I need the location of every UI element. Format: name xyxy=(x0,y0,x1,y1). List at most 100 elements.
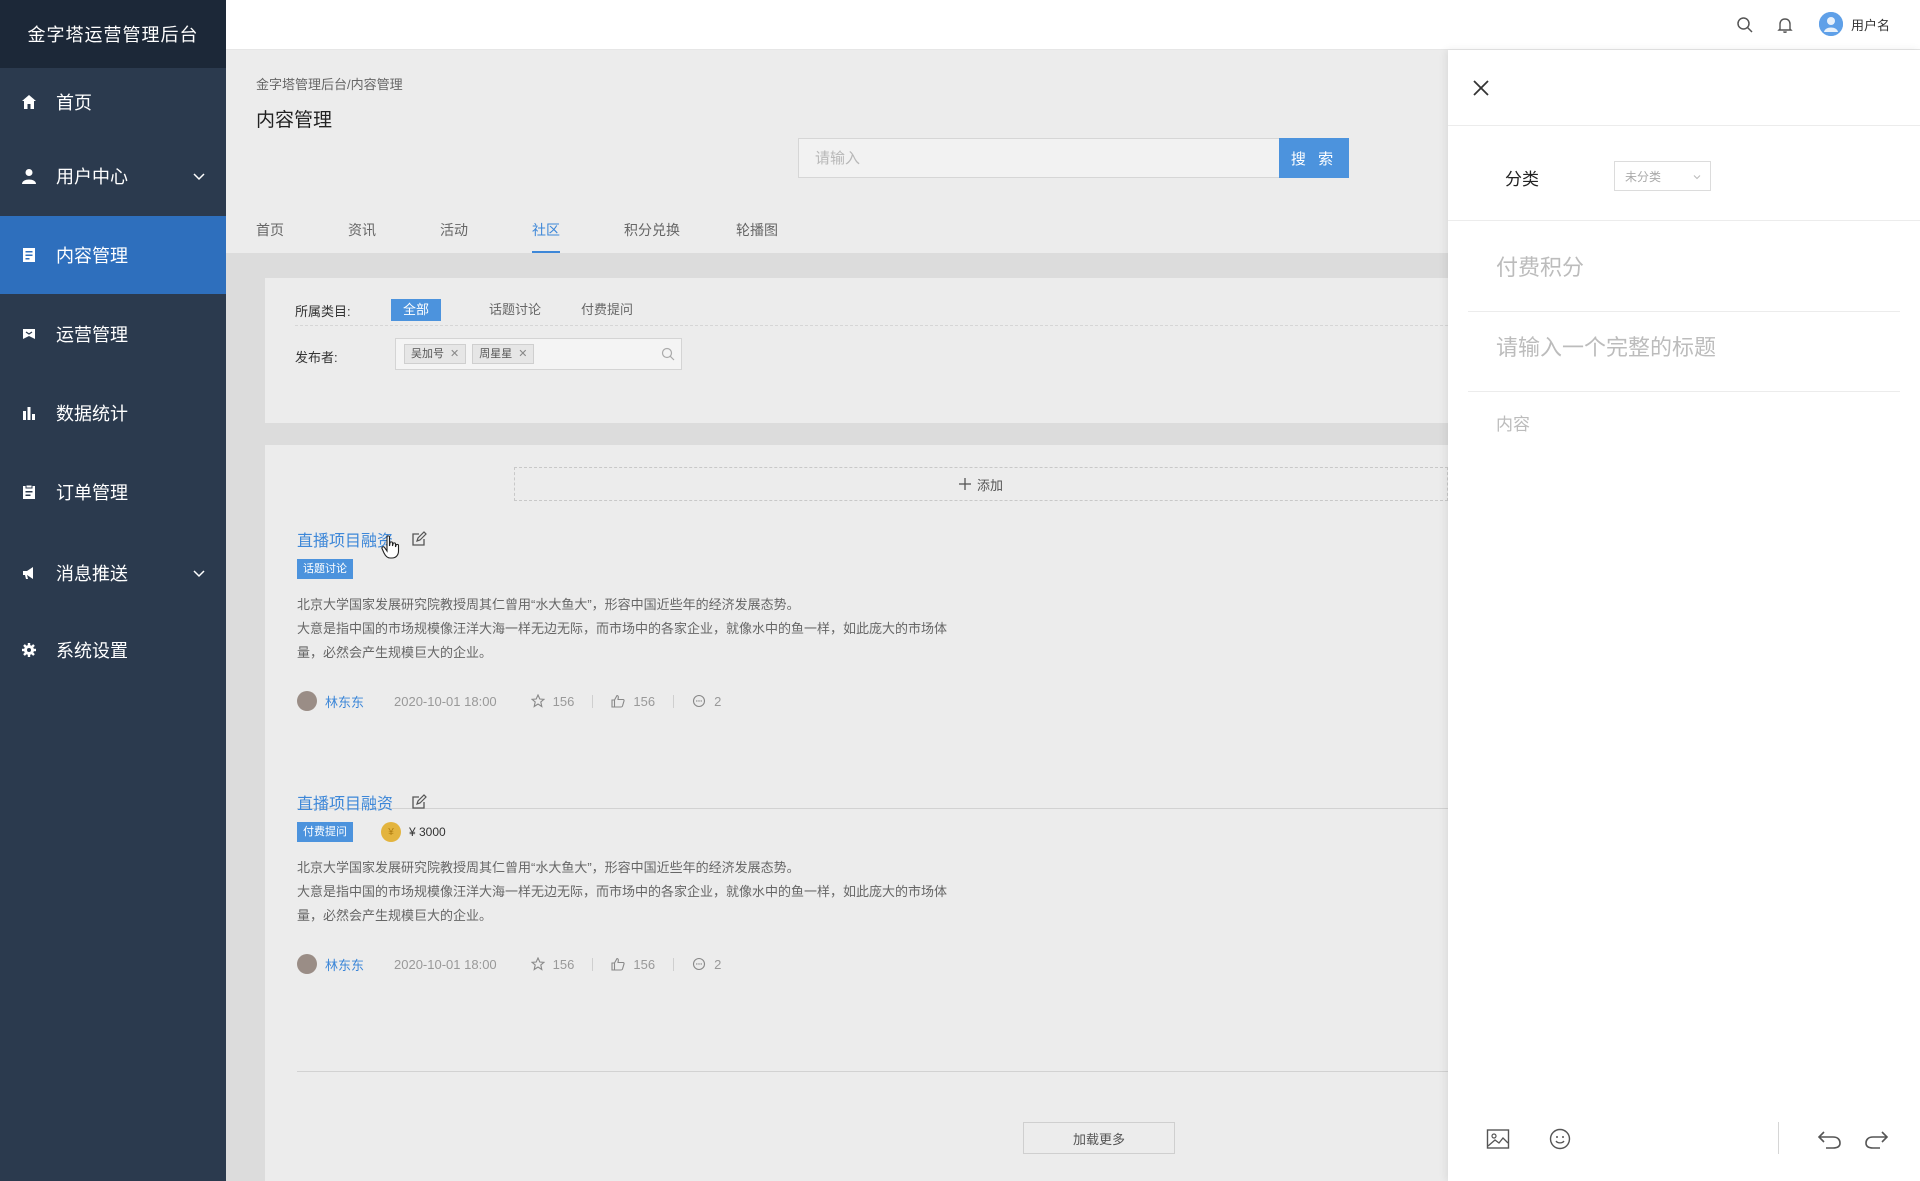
tab-community[interactable]: 社区 xyxy=(532,220,560,253)
comment-icon xyxy=(693,957,706,971)
publisher-label: 发布者: xyxy=(295,350,338,365)
undo-icon xyxy=(1817,1131,1841,1149)
image-icon xyxy=(1486,1129,1510,1149)
favorite-stat[interactable]: 156 xyxy=(530,957,574,972)
add-post-button[interactable]: 添加 xyxy=(514,467,1448,501)
insert-image-button[interactable] xyxy=(1484,1125,1512,1153)
close-icon[interactable]: ✕ xyxy=(518,345,527,363)
favorite-stat[interactable]: 156 xyxy=(530,694,574,709)
sidebar-item-label: 系统设置 xyxy=(56,641,128,661)
hand-cursor-icon xyxy=(381,535,400,559)
megaphone-icon xyxy=(20,564,38,582)
avatar xyxy=(1818,12,1843,36)
insert-emoji-button[interactable] xyxy=(1546,1125,1574,1153)
search-icon[interactable] xyxy=(1736,16,1754,34)
comment-stat[interactable]: 2 xyxy=(692,694,721,709)
divider xyxy=(1448,220,1920,221)
toolbar-divider xyxy=(1778,1122,1779,1154)
sidebar-item-label: 订单管理 xyxy=(56,483,128,503)
content-textarea[interactable] xyxy=(1496,410,1876,810)
divider xyxy=(673,694,675,708)
publisher-tag-input[interactable]: 吴加号 ✕ 周星星 ✕ xyxy=(395,338,682,370)
edit-icon[interactable] xyxy=(411,531,427,547)
divider xyxy=(592,694,594,708)
close-icon[interactable]: ✕ xyxy=(450,345,459,363)
post-body: 北京大学国家发展研究院教授周其仁曾用“水大鱼大”，形容中国近些年的经济发展态势。… xyxy=(297,597,948,660)
category-chip-paid-question[interactable]: 付费提问 xyxy=(569,299,645,321)
sidebar-item-operations[interactable]: 运营管理 xyxy=(0,295,226,373)
sidebar-item-label: 数据统计 xyxy=(56,404,128,424)
filter-panel: 所属类目: 全部 话题讨论 付费提问 发布者: 吴加号 ✕ 周星星 ✕ xyxy=(265,278,1448,423)
sidebar-item-label: 首页 xyxy=(56,93,92,113)
sidebar-item-orders[interactable]: 订单管理 xyxy=(0,453,226,531)
document-icon xyxy=(20,246,38,264)
sidebar-item-home[interactable]: 首页 xyxy=(0,63,226,141)
post-title[interactable]: 直播项目融资 xyxy=(297,527,393,551)
page-title: 内容管理 xyxy=(256,110,333,131)
tab-activity[interactable]: 活动 xyxy=(440,220,532,253)
category-chip-topic[interactable]: 话题讨论 xyxy=(477,299,553,321)
points-input[interactable] xyxy=(1496,255,1876,281)
sidebar-item-statistics[interactable]: 数据统计 xyxy=(0,374,226,452)
thumbs-up-icon xyxy=(611,957,626,971)
post-price: ¥ ¥ 3000 xyxy=(381,822,446,842)
bell-icon[interactable] xyxy=(1776,16,1794,34)
search-input[interactable] xyxy=(798,138,1281,178)
post-editor-drawer: 分类 未分类 xyxy=(1448,50,1920,1181)
tab-points-exchange[interactable]: 积分兑换 xyxy=(624,220,736,253)
chevron-down-icon xyxy=(193,570,205,578)
top-header: 用户名 xyxy=(226,0,1920,50)
sidebar-item-content[interactable]: 内容管理 xyxy=(0,216,226,294)
gear-icon xyxy=(20,641,38,659)
sidebar-item-push[interactable]: 消息推送 xyxy=(0,534,226,612)
main-content: 金字塔管理后台/内容管理 内容管理 搜 索 首页 资讯 活动 社区 积分兑换 轮… xyxy=(226,50,1448,1181)
sidebar-item-label: 运营管理 xyxy=(56,325,128,345)
sidebar-item-label: 用户中心 xyxy=(56,167,128,187)
post-meta: 林东东 2020-10-01 18:00 156 156 2 xyxy=(297,691,721,711)
breadcrumb[interactable]: 金字塔管理后台/内容管理 xyxy=(256,74,403,93)
category-filter: 所属类目: 全部 话题讨论 付费提问 xyxy=(295,299,645,321)
flag-icon xyxy=(20,325,38,343)
tab-carousel[interactable]: 轮播图 xyxy=(736,220,796,253)
chevron-down-icon xyxy=(1693,175,1701,180)
search-icon[interactable] xyxy=(661,347,675,361)
star-icon xyxy=(530,957,545,971)
comment-stat[interactable]: 2 xyxy=(692,957,721,972)
category-select[interactable]: 未分类 xyxy=(1614,161,1711,191)
sidebar-item-user-center[interactable]: 用户中心 xyxy=(0,137,226,215)
undo-button[interactable] xyxy=(1816,1125,1844,1153)
comment-icon xyxy=(693,694,706,708)
search-button[interactable]: 搜 索 xyxy=(1279,138,1349,178)
sidebar-item-settings[interactable]: 系统设置 xyxy=(0,611,226,689)
post-title[interactable]: 直播项目融资 xyxy=(297,790,393,814)
redo-icon xyxy=(1865,1131,1889,1149)
divider xyxy=(673,957,675,971)
category-chip-all[interactable]: 全部 xyxy=(391,299,442,321)
tab-news[interactable]: 资讯 xyxy=(348,220,440,253)
post-category-badge: 付费提问 xyxy=(297,822,353,842)
redo-button[interactable] xyxy=(1862,1125,1890,1153)
divider xyxy=(1468,391,1900,392)
like-stat[interactable]: 156 xyxy=(611,694,655,709)
load-more-button[interactable]: 加载更多 xyxy=(1023,1122,1175,1154)
add-label: 添加 xyxy=(976,477,1003,493)
author-name[interactable]: 林东东 xyxy=(325,955,364,974)
author-name[interactable]: 林东东 xyxy=(325,692,364,711)
title-input[interactable] xyxy=(1496,335,1876,361)
post-meta: 林东东 2020-10-01 18:00 156 156 2 xyxy=(297,954,721,974)
tab-home[interactable]: 首页 xyxy=(256,220,348,253)
edit-icon[interactable] xyxy=(411,794,427,810)
close-icon[interactable] xyxy=(1470,77,1492,99)
sidebar: 金字塔运营管理后台 首页 用户中心 内容管理 运营管理 数据统计 订单管理 消息… xyxy=(0,0,226,1181)
user-menu[interactable]: 用户名 xyxy=(1818,12,1890,36)
bar-chart-icon xyxy=(20,404,38,422)
category-label: 所属类目: xyxy=(295,303,351,319)
coin-icon: ¥ xyxy=(381,822,401,842)
publisher-tag: 周星星 ✕ xyxy=(472,344,535,364)
divider xyxy=(592,957,594,971)
author-avatar xyxy=(297,691,317,711)
like-stat[interactable]: 156 xyxy=(611,957,655,972)
post-date: 2020-10-01 18:00 xyxy=(394,956,497,972)
post-date: 2020-10-01 18:00 xyxy=(394,693,497,709)
filter-divider xyxy=(295,325,1448,326)
